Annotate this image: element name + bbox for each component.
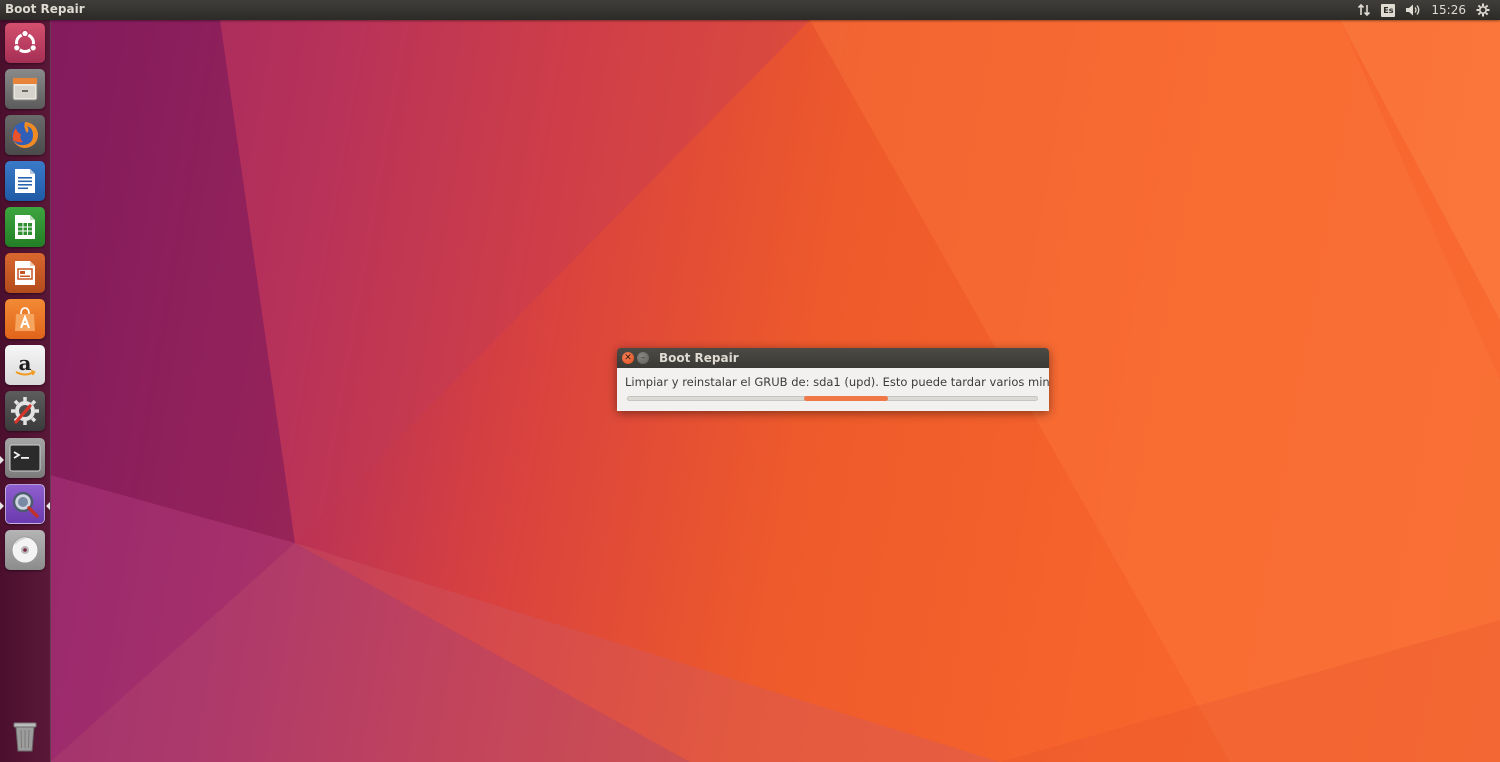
launcher-item-libreoffice-calc[interactable] (5, 207, 45, 247)
launcher: a (0, 20, 51, 762)
progress-message: Limpiar y reinstalar el GRUB de: sda1 (u… (625, 375, 1049, 389)
calc-spreadsheet-icon (15, 215, 35, 239)
magnifier-repair-icon (12, 491, 39, 518)
minimize-button[interactable]: – (637, 352, 649, 364)
gear-icon[interactable] (1476, 3, 1490, 17)
file-cabinet-icon (12, 77, 38, 101)
launcher-item-system-settings[interactable] (5, 391, 45, 431)
dialog-title: Boot Repair (659, 351, 739, 365)
close-button[interactable]: ✕ (622, 352, 634, 364)
keyboard-layout-indicator[interactable]: Es (1381, 3, 1396, 17)
system-tray: Es 15:26 (1357, 0, 1500, 20)
amazon-a-icon: a (15, 351, 36, 376)
terminal-prompt-icon (9, 444, 41, 472)
minimize-icon: – (640, 353, 646, 363)
close-icon: ✕ (624, 353, 632, 363)
dialog-body: Limpiar y reinstalar el GRUB de: sda1 (u… (617, 368, 1049, 411)
volume-icon[interactable] (1405, 3, 1421, 17)
writer-document-icon (15, 169, 35, 193)
firefox-icon (12, 122, 38, 148)
progress-activity-block (804, 396, 888, 401)
trash-icon (13, 722, 37, 752)
progress-bar (627, 396, 1038, 401)
top-panel: Boot Repair Es 15:26 (0, 0, 1500, 20)
running-indicator (0, 502, 4, 510)
launcher-item-firefox[interactable] (5, 115, 45, 155)
shopping-bag-icon (15, 307, 35, 331)
launcher-item-amazon[interactable]: a (5, 345, 45, 385)
focused-indicator (46, 502, 50, 510)
launcher-item-files[interactable] (5, 69, 45, 109)
launcher-item-terminal[interactable] (5, 438, 45, 478)
running-indicator (0, 456, 4, 464)
panel-clock[interactable]: 15:26 (1431, 3, 1466, 17)
boot-repair-dialog: ✕ – Boot Repair Limpiar y reinstalar el … (617, 348, 1049, 411)
launcher-item-trash[interactable] (5, 716, 45, 756)
launcher-item-ubuntu-software[interactable] (5, 299, 45, 339)
wrench-gear-icon (11, 397, 39, 425)
panel-app-title: Boot Repair (5, 2, 85, 16)
launcher-item-libreoffice-writer[interactable] (5, 161, 45, 201)
svg-text:a: a (19, 351, 32, 375)
launcher-item-boot-repair[interactable] (5, 484, 45, 524)
ubuntu-logo-icon (13, 29, 38, 53)
cd-disc-icon (11, 536, 39, 564)
network-icon[interactable] (1357, 3, 1371, 17)
launcher-item-dash-home[interactable] (5, 23, 45, 63)
dialog-titlebar[interactable]: ✕ – Boot Repair (617, 348, 1049, 368)
launcher-item-optical-drive[interactable] (5, 530, 45, 570)
launcher-item-libreoffice-impress[interactable] (5, 253, 45, 293)
impress-presentation-icon (15, 261, 35, 285)
